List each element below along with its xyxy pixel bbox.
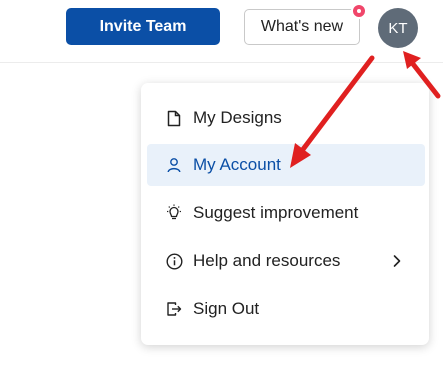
invite-team-button[interactable]: Invite Team [66, 8, 220, 45]
info-icon [165, 252, 183, 270]
notification-dot [351, 3, 367, 19]
menu-item-help-and-resources[interactable]: Help and resources [147, 240, 425, 282]
menu-item-label: Sign Out [193, 299, 260, 318]
menu-item-label: Help and resources [193, 251, 341, 270]
menu-item-sign-out[interactable]: Sign Out [147, 288, 425, 330]
document-icon [165, 109, 183, 127]
menu-item-label: My Designs [193, 108, 282, 127]
whats-new-button[interactable]: What's new [244, 9, 360, 45]
sign-out-icon [165, 300, 183, 318]
chevron-right-icon [391, 252, 403, 270]
lightbulb-icon [165, 204, 183, 222]
account-dropdown-menu: My Designs My Account Suggest improvemen… [141, 83, 429, 345]
menu-item-my-account[interactable]: My Account [147, 144, 425, 186]
user-avatar-button[interactable]: KT [378, 8, 418, 48]
menu-item-my-designs[interactable]: My Designs [147, 97, 425, 139]
person-icon [165, 156, 183, 174]
top-bar: Invite Team What's new KT [0, 0, 443, 63]
menu-item-label: My Account [193, 155, 281, 174]
menu-item-suggest-improvement[interactable]: Suggest improvement [147, 192, 425, 234]
menu-item-label: Suggest improvement [193, 203, 359, 222]
